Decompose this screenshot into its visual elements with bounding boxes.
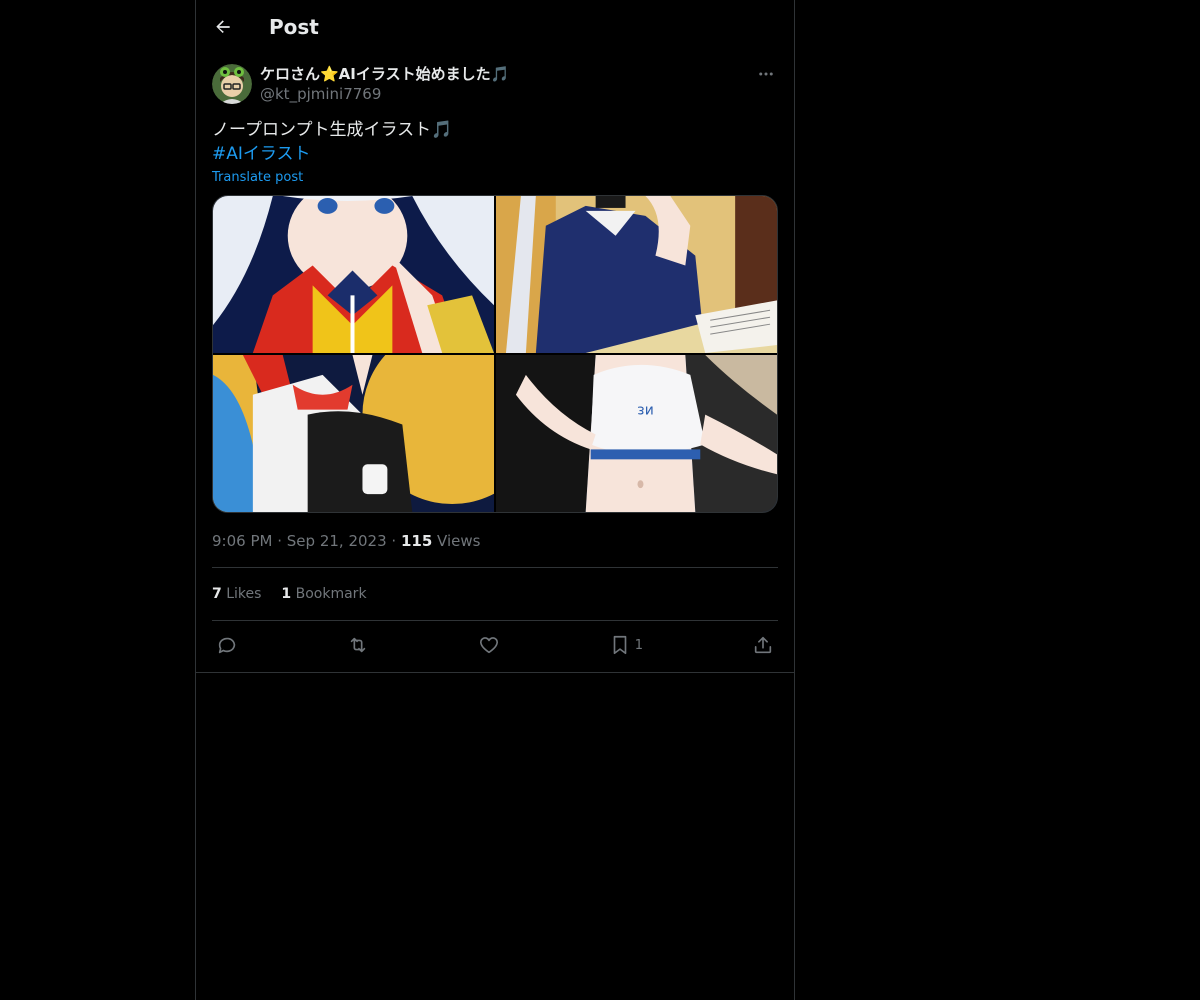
like-button[interactable]: [478, 634, 500, 656]
avatar-image: [212, 64, 252, 104]
meta-separator: ·: [391, 532, 401, 550]
bookmark-action-count: 1: [634, 637, 644, 653]
media-grid: ᴈᴎ: [212, 195, 778, 513]
back-button[interactable]: [212, 16, 234, 38]
more-options-button[interactable]: [754, 64, 778, 84]
share-icon: [754, 636, 772, 654]
arrow-left-icon: [216, 20, 230, 33]
top-bar: Post: [196, 0, 794, 54]
post-time[interactable]: 9:06 PM: [212, 532, 272, 550]
display-name[interactable]: ケロさん⭐AIイラスト始めました🎵: [260, 64, 509, 84]
bookmarks-count: 1: [281, 586, 292, 602]
post-text: ノープロンプト生成イラスト🎵 #AIイラスト: [212, 118, 778, 166]
views-label: Views: [437, 532, 481, 550]
media-image-1[interactable]: [213, 196, 494, 353]
post-date[interactable]: Sep 21, 2023: [287, 532, 387, 550]
author-row: ケロさん⭐AIイラスト始めました🎵 @kt_pjmini7769: [212, 64, 778, 106]
media-image-2[interactable]: [496, 196, 777, 353]
post-stats: 7 Likes 1 Bookmark: [212, 568, 778, 620]
page-title: Post: [269, 15, 319, 39]
bookmarks-stat[interactable]: 1 Bookmark: [281, 586, 366, 602]
views-count: 115: [400, 532, 433, 550]
post-column: Post ケロさん⭐AIイラスト始めました🎵 @kt_pjmini7769 ノー…: [195, 0, 795, 1000]
bookmark-button[interactable]: 1: [609, 634, 643, 656]
media-image-4[interactable]: ᴈᴎ: [496, 355, 777, 512]
hashtag-link[interactable]: #AIイラスト: [212, 142, 778, 166]
heart-icon: [479, 637, 498, 654]
repost-icon: [350, 637, 366, 653]
post-body: ノープロンプト生成イラスト🎵: [212, 120, 453, 140]
media-image-3[interactable]: [213, 355, 494, 512]
translate-post-link[interactable]: Translate post: [212, 170, 303, 185]
bookmarks-label: Bookmark: [295, 586, 367, 602]
repost-button[interactable]: [347, 634, 369, 656]
likes-label: Likes: [226, 586, 262, 602]
share-button[interactable]: [752, 634, 774, 656]
divider: [196, 672, 794, 673]
reply-button[interactable]: [216, 634, 238, 656]
reply-icon: [218, 637, 236, 654]
svg-text:ᴈᴎ: ᴈᴎ: [637, 403, 654, 419]
bookmark-icon: [613, 635, 627, 655]
post-meta: 9:06 PM · Sep 21, 2023 · 115 Views: [212, 531, 778, 551]
avatar[interactable]: [212, 64, 252, 104]
post: ケロさん⭐AIイラスト始めました🎵 @kt_pjmini7769 ノープロンプト…: [196, 64, 794, 669]
meta-separator: ·: [277, 532, 287, 550]
more-icon: [759, 72, 773, 76]
likes-count: 7: [212, 586, 222, 602]
action-bar: 1: [212, 621, 778, 669]
likes-stat[interactable]: 7 Likes: [212, 586, 261, 602]
user-handle[interactable]: @kt_pjmini7769: [260, 84, 509, 104]
